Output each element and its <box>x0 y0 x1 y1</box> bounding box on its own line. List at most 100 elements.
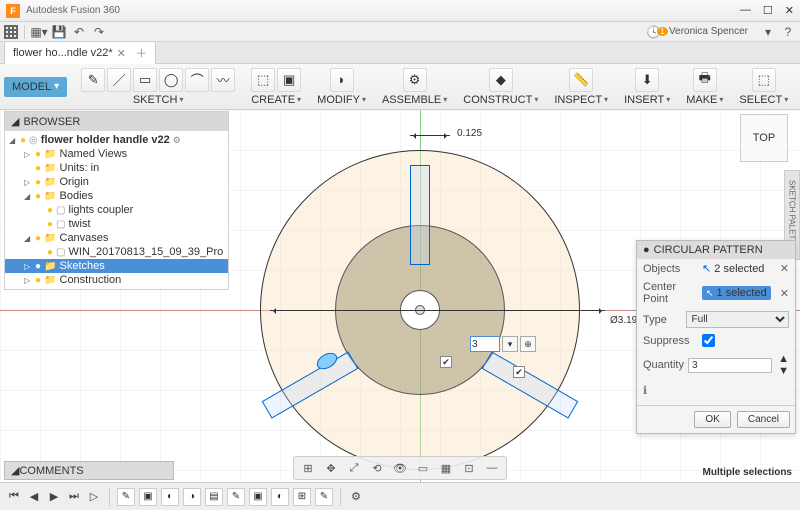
create-sketch-icon[interactable]: ✎ <box>81 68 105 92</box>
circle-icon[interactable]: ◯ <box>159 68 183 92</box>
assemble-icon[interactable]: ⚙ <box>403 68 427 92</box>
tree-item[interactable]: ▷●📁Origin <box>5 175 228 189</box>
tree-item[interactable]: ◢●📁Canvases <box>5 231 228 245</box>
rectangle-icon[interactable]: ▭ <box>133 68 157 92</box>
slot-3-toggle[interactable]: ✔ <box>440 356 452 368</box>
slot-1[interactable] <box>410 165 430 265</box>
user-name[interactable]: Veronica Spencer <box>669 26 748 37</box>
dimension-line-2 <box>270 310 605 311</box>
tree-item[interactable]: ▷●📁Construction <box>5 273 228 287</box>
clear-objects-icon[interactable]: ✕ <box>780 262 789 275</box>
minimize-button[interactable]: — <box>740 4 751 17</box>
look-icon[interactable]: 👁 <box>390 459 410 477</box>
display-icon[interactable]: ▭ <box>413 459 433 477</box>
arc-icon[interactable]: ⌒ <box>185 68 209 92</box>
app-logo-icon: F <box>6 4 20 18</box>
tree-item[interactable]: ●▢lights coupler <box>5 203 228 217</box>
file-menu-icon[interactable]: ▦▾ <box>31 24 47 40</box>
grid-snap-icon[interactable]: ▦ <box>436 459 456 477</box>
redo-icon[interactable]: ↷ <box>91 24 107 40</box>
dropdown-icon[interactable]: ▾ <box>502 336 518 352</box>
sketch-group-label[interactable]: SKETCH ▾ <box>133 94 184 106</box>
info-icon[interactable]: ℹ <box>637 380 795 401</box>
qty-down-icon[interactable]: ▼ <box>778 365 789 377</box>
tab-close-icon[interactable]: ✕ <box>117 47 126 60</box>
save-icon[interactable]: 💾 <box>51 24 67 40</box>
orbit-icon[interactable]: ⊞ <box>298 459 318 477</box>
extent-icon[interactable]: — <box>482 459 502 477</box>
tree-item[interactable]: ◢●📁Bodies <box>5 189 228 203</box>
viewport-icon[interactable]: ⊡ <box>459 459 479 477</box>
browser-header[interactable]: ◢BROWSER <box>5 112 228 131</box>
cancel-button[interactable]: Cancel <box>737 411 790 428</box>
timeline-start-icon[interactable]: ⏮ <box>6 489 22 505</box>
new-tab-icon[interactable]: ＋ <box>136 45 147 61</box>
tree-root[interactable]: ◢●◎flower holder handle v22⚙ <box>5 133 228 147</box>
fit-icon[interactable]: ⟲ <box>367 459 387 477</box>
feature-2[interactable]: ▣ <box>139 488 157 506</box>
tree-item[interactable]: ●▢twist <box>5 217 228 231</box>
extrude-icon[interactable]: ⬚ <box>251 68 275 92</box>
document-tab-bar: flower ho...ndle v22* ✕ ＋ <box>0 42 800 64</box>
comments-panel[interactable]: ◢ COMMENTS <box>4 461 174 480</box>
quick-access-toolbar: ▦▾ 💾 ↶ ↷ 🕓1 Veronica Spencer ▾ ? <box>0 22 800 42</box>
data-panel-icon[interactable] <box>4 25 18 39</box>
close-button[interactable]: ✕ <box>785 4 794 17</box>
type-select[interactable]: Full <box>686 311 789 328</box>
feature-9[interactable]: ⊞ <box>293 488 311 506</box>
feature-3[interactable]: ◐ <box>161 488 179 506</box>
feature-10[interactable]: ✎ <box>315 488 333 506</box>
workspace-switcher[interactable]: MODEL ▾ <box>4 77 67 97</box>
feature-5[interactable]: ▤ <box>205 488 223 506</box>
undo-icon[interactable]: ↶ <box>71 24 87 40</box>
feature-6[interactable]: ✎ <box>227 488 245 506</box>
feature-1[interactable]: ✎ <box>117 488 135 506</box>
tree-item[interactable]: ●▢WIN_20170813_15_09_39_Pro <box>5 245 228 259</box>
qty-up-icon[interactable]: ▲ <box>778 353 789 365</box>
timeline-settings-icon[interactable]: ⚙ <box>348 489 364 505</box>
maximize-button[interactable]: ☐ <box>763 4 773 17</box>
timeline-back-icon[interactable]: ◀ <box>26 489 42 505</box>
view-cube[interactable]: TOP <box>740 114 788 162</box>
feature-8[interactable]: ◐ <box>271 488 289 506</box>
tree-item[interactable]: ●📁Units: in <box>5 161 228 175</box>
inspect-icon[interactable]: 📏 <box>569 68 593 92</box>
user-dropdown-icon[interactable]: ▾ <box>760 24 776 40</box>
tree-item[interactable]: ▷●📁Sketches <box>5 259 228 273</box>
dimension-value-2[interactable]: Ø3.19 <box>608 315 639 326</box>
timeline-end-icon[interactable]: ⏭ <box>66 489 82 505</box>
notifications-icon[interactable]: 🕓1 <box>649 24 665 40</box>
panel-header[interactable]: ●CIRCULAR PATTERN <box>637 241 795 259</box>
insert-icon[interactable]: ⬇ <box>635 68 659 92</box>
create-group: ⬚▣CREATE ▾ <box>251 68 301 106</box>
construct-icon[interactable]: ◆ <box>489 68 513 92</box>
tree-item[interactable]: ▷●📁Named Views <box>5 147 228 161</box>
select-icon[interactable]: ⬚ <box>752 68 776 92</box>
selection-status: Multiple selections <box>703 467 792 478</box>
pattern-type-icon[interactable]: ⊕ <box>520 336 536 352</box>
center-point-badge[interactable]: ↖ 1 selected <box>702 286 771 300</box>
make-icon[interactable]: 🖶 <box>693 68 717 92</box>
help-icon[interactable]: ? <box>780 24 796 40</box>
box-icon[interactable]: ▣ <box>277 68 301 92</box>
quantity-input[interactable] <box>470 336 500 352</box>
timeline-play-icon[interactable]: ▷ <box>86 489 102 505</box>
zoom-icon[interactable]: ⤢ <box>344 459 364 477</box>
ok-button[interactable]: OK <box>694 411 730 428</box>
feature-7[interactable]: ▣ <box>249 488 267 506</box>
document-tab[interactable]: flower ho...ndle v22* ✕ ＋ <box>4 41 156 64</box>
quantity-field[interactable] <box>688 358 772 373</box>
timeline-fwd-icon[interactable]: ▶ <box>46 489 62 505</box>
fillet-icon[interactable]: ◗ <box>330 68 354 92</box>
workspace: 0.125 Ø3.19 ✔ ✔ ▾ ⊕ ◢BROWSER ◢●◎flower h… <box>0 110 800 482</box>
suppress-checkbox[interactable] <box>702 334 715 347</box>
title-bar: F Autodesk Fusion 360 — ☐ ✕ <box>0 0 800 22</box>
feature-4[interactable]: ◑ <box>183 488 201 506</box>
slot-3b-toggle[interactable]: ✔ <box>513 366 525 378</box>
spline-icon[interactable]: 〰 <box>211 68 235 92</box>
pan-icon[interactable]: ✥ <box>321 459 341 477</box>
dimension-value-1[interactable]: 0.125 <box>455 128 484 139</box>
sketch-group: ✎ ／ ▭ ◯ ⌒ 〰 SKETCH ▾ <box>81 68 235 106</box>
clear-center-icon[interactable]: ✕ <box>780 287 789 300</box>
line-icon[interactable]: ／ <box>107 68 131 92</box>
